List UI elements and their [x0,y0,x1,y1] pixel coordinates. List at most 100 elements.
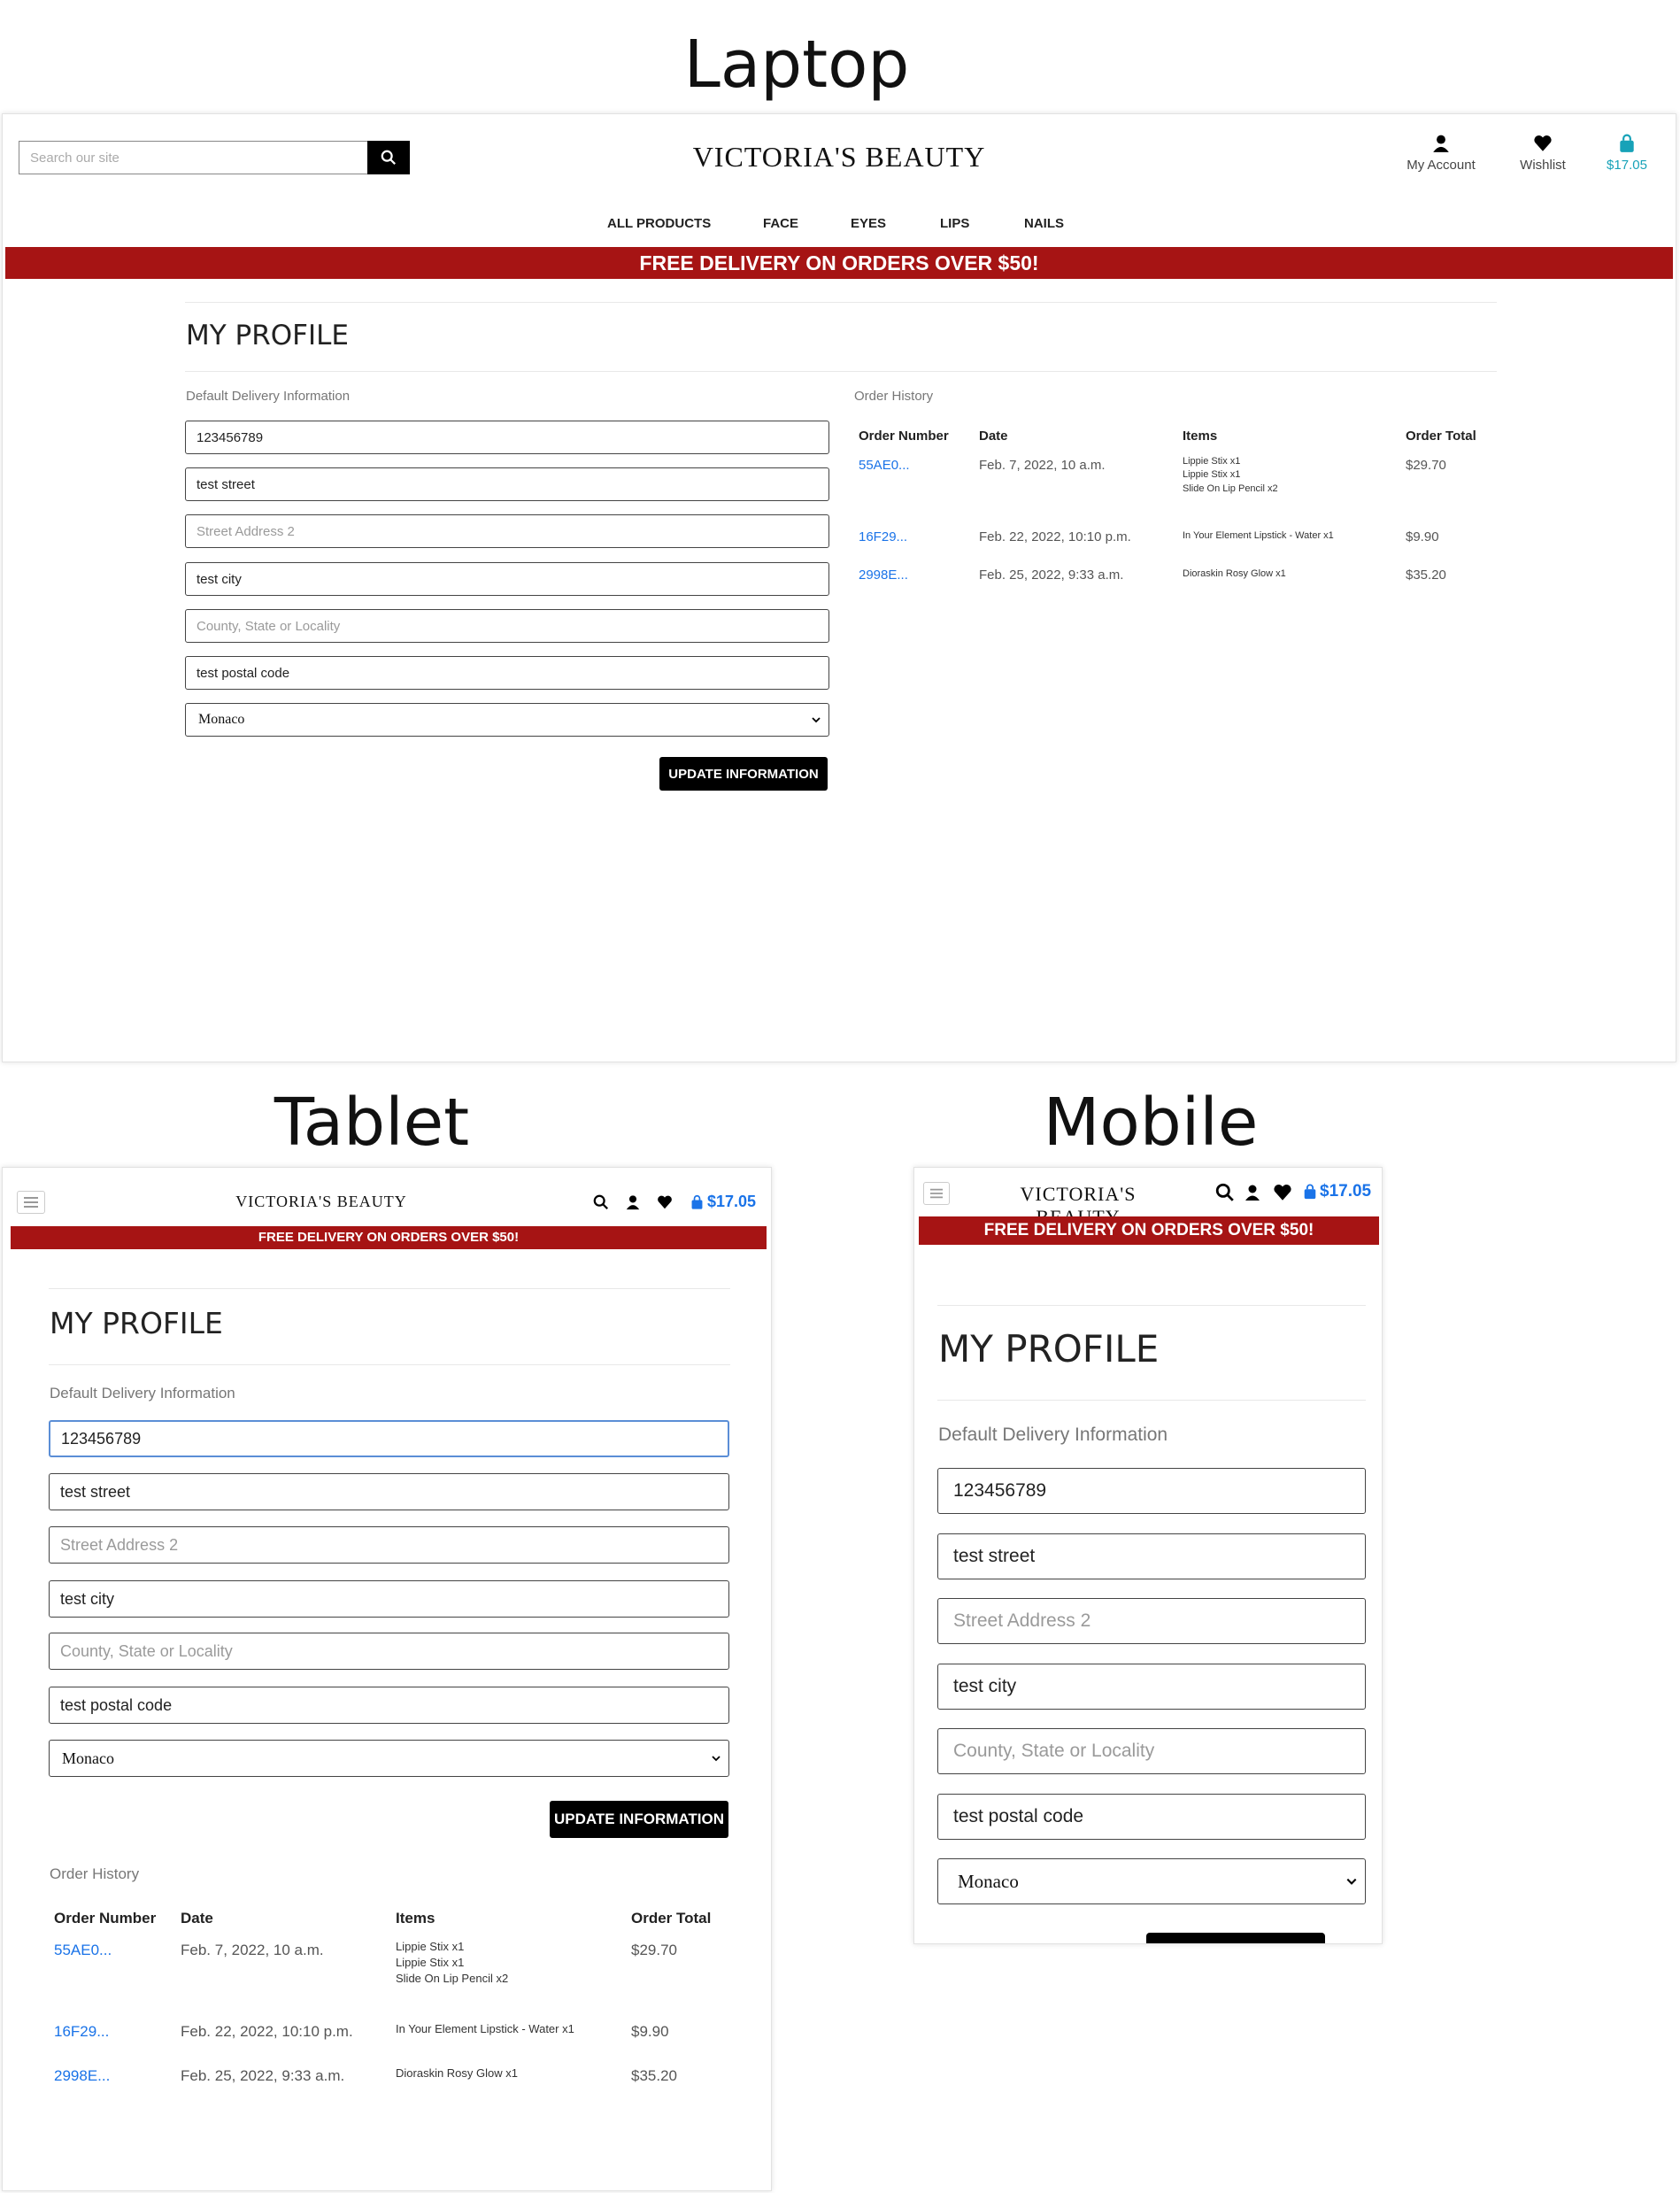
street-address-2-field[interactable]: Street Address 2 [185,514,829,548]
search-icon [381,150,396,165]
mobile-frame: VICTORIA'S BEAUTY $17.05 FREE DELIVERY O… [913,1167,1383,1944]
county-field[interactable]: County, State or Locality [937,1728,1366,1774]
cart-total: $17.05 [707,1193,757,1210]
postcode-field[interactable]: test postal code [937,1794,1366,1840]
order-link[interactable]: 16F29... [54,2023,109,2041]
delivery-heading: Default Delivery Information [186,389,351,404]
cart-total: $17.05 [1607,158,1647,173]
order-date: Feb. 22, 2022, 10:10 p.m. [181,2023,353,2040]
town-city-field[interactable]: test city [185,562,829,596]
postcode-field[interactable]: test postal code [185,656,829,690]
search-icon[interactable] [593,1194,609,1210]
col-order-total: Order Total [1406,429,1476,444]
cart-link[interactable]: $17.05 [690,1193,756,1211]
search-input[interactable]: Search our site [19,141,369,174]
town-city-field[interactable]: test city [937,1664,1366,1710]
town-city-field[interactable]: test city [49,1580,729,1618]
order-link[interactable]: 2998E... [54,2067,110,2085]
county-field[interactable]: County, State or Locality [49,1633,729,1670]
heart-icon[interactable] [657,1194,673,1210]
nav-nails[interactable]: NAILS [1024,216,1064,231]
order-date: Feb. 7, 2022, 10 a.m. [181,1942,324,1958]
order-date: Feb. 25, 2022, 9:33 a.m. [979,568,1124,583]
order-link[interactable]: 16F29... [859,529,907,544]
menu-toggle[interactable] [17,1191,45,1214]
cart-link[interactable]: $17.05 [1302,1182,1371,1201]
order-history-heading: Order History [854,389,934,404]
delivery-heading: Default Delivery Information [938,1425,1168,1445]
page-title: MY PROFILE [50,1306,223,1340]
country-select[interactable]: Monaco [49,1740,729,1777]
street-address-1-field[interactable]: test street [49,1473,729,1510]
label-tablet: Tablet [274,1085,470,1161]
order-items: Lippie Stix x1 Lippie Stix x1 Slide On Lip… [396,1940,509,1986]
street-address-1-field[interactable]: test street [185,467,829,501]
phone-field[interactable]: 123456789 [937,1468,1366,1514]
order-total: $9.90 [1406,529,1439,544]
country-value: Monaco [198,712,245,727]
order-history-heading: Order History [50,1865,140,1882]
country-select[interactable]: Monaco [937,1858,1366,1904]
cart-link[interactable]: $17.05 [1587,134,1667,173]
postcode-field[interactable]: test postal code [49,1687,729,1724]
update-information-button[interactable]: UPDATE INFORMATION [550,1801,728,1838]
cart-total: $17.05 [1320,1182,1372,1201]
nav-eyes[interactable]: EYES [851,216,886,231]
order-date: Feb. 25, 2022, 9:33 a.m. [181,2067,345,2084]
col-order-number: Order Number [859,429,949,444]
order-date: Feb. 22, 2022, 10:10 p.m. [979,529,1131,544]
order-link[interactable]: 2998E... [859,568,908,583]
order-items: Lippie Stix x1 Lippie Stix x1 Slide On Lip… [1183,456,1278,494]
heart-icon[interactable] [1273,1183,1292,1202]
phone-field[interactable]: 123456789 [185,421,829,454]
country-select[interactable]: Monaco [185,703,829,737]
col-order-number: Order Number [54,1910,157,1927]
order-total: $9.90 [631,2023,669,2040]
brand-logo[interactable]: VICTORIA'S BEAUTY [197,1193,445,1211]
chevron-down-icon [812,717,821,723]
nav-all-products[interactable]: ALL PRODUCTS [607,216,711,231]
my-account-label: My Account [1406,158,1476,173]
county-field[interactable]: County, State or Locality [185,609,829,643]
page-title: MY PROFILE [938,1327,1160,1371]
brand-logo[interactable]: VICTORIA'S BEAUTY [622,141,1056,174]
update-information-button[interactable] [1146,1933,1325,1943]
chevron-down-icon [712,1756,721,1762]
update-information-button[interactable]: UPDATE INFORMATION [659,757,828,791]
col-date: Date [979,429,1008,444]
street-address-2-field[interactable]: Street Address 2 [49,1526,729,1564]
order-items: In Your Element Lipstick - Water x1 [396,2022,574,2035]
search-icon[interactable] [1215,1183,1235,1202]
nav-lips[interactable]: LIPS [940,216,969,231]
order-items: In Your Element Lipstick - Water x1 [1183,530,1334,541]
nav-face[interactable]: FACE [763,216,798,231]
wishlist-link[interactable]: Wishlist [1494,134,1591,173]
hamburger-menu-icon [24,1197,38,1208]
label-mobile: Mobile [1043,1085,1259,1161]
order-items: Dioraskin Rosy Glow x1 [1183,568,1286,579]
my-account-link[interactable]: My Account [1388,134,1494,173]
order-link[interactable]: 55AE0... [54,1942,112,1959]
col-items: Items [396,1910,435,1927]
label-laptop: Laptop [683,27,910,103]
search-button[interactable] [367,141,410,174]
shopping-bag-icon [1304,1184,1316,1200]
tablet-frame: VICTORIA'S BEAUTY $17.05 FREE DELIVERY O… [2,1167,772,2191]
menu-toggle[interactable] [923,1182,950,1205]
delivery-banner: FREE DELIVERY ON ORDERS OVER $50! [919,1216,1379,1245]
phone-field[interactable]: 123456789 [49,1420,729,1457]
street-address-2-field[interactable]: Street Address 2 [937,1598,1366,1644]
shopping-bag-icon [1620,134,1634,152]
order-total: $29.70 [1406,458,1446,473]
street-address-1-field[interactable]: test street [937,1533,1366,1579]
hamburger-menu-icon [930,1188,943,1199]
wishlist-label: Wishlist [1520,158,1566,173]
order-link[interactable]: 55AE0... [859,458,910,473]
col-date: Date [181,1910,213,1927]
user-icon[interactable] [625,1194,641,1210]
user-icon [1433,135,1449,152]
order-items: Dioraskin Rosy Glow x1 [396,2066,518,2080]
order-total: $35.20 [631,2067,677,2084]
chevron-down-icon [1346,1878,1357,1885]
user-icon[interactable] [1244,1183,1261,1202]
